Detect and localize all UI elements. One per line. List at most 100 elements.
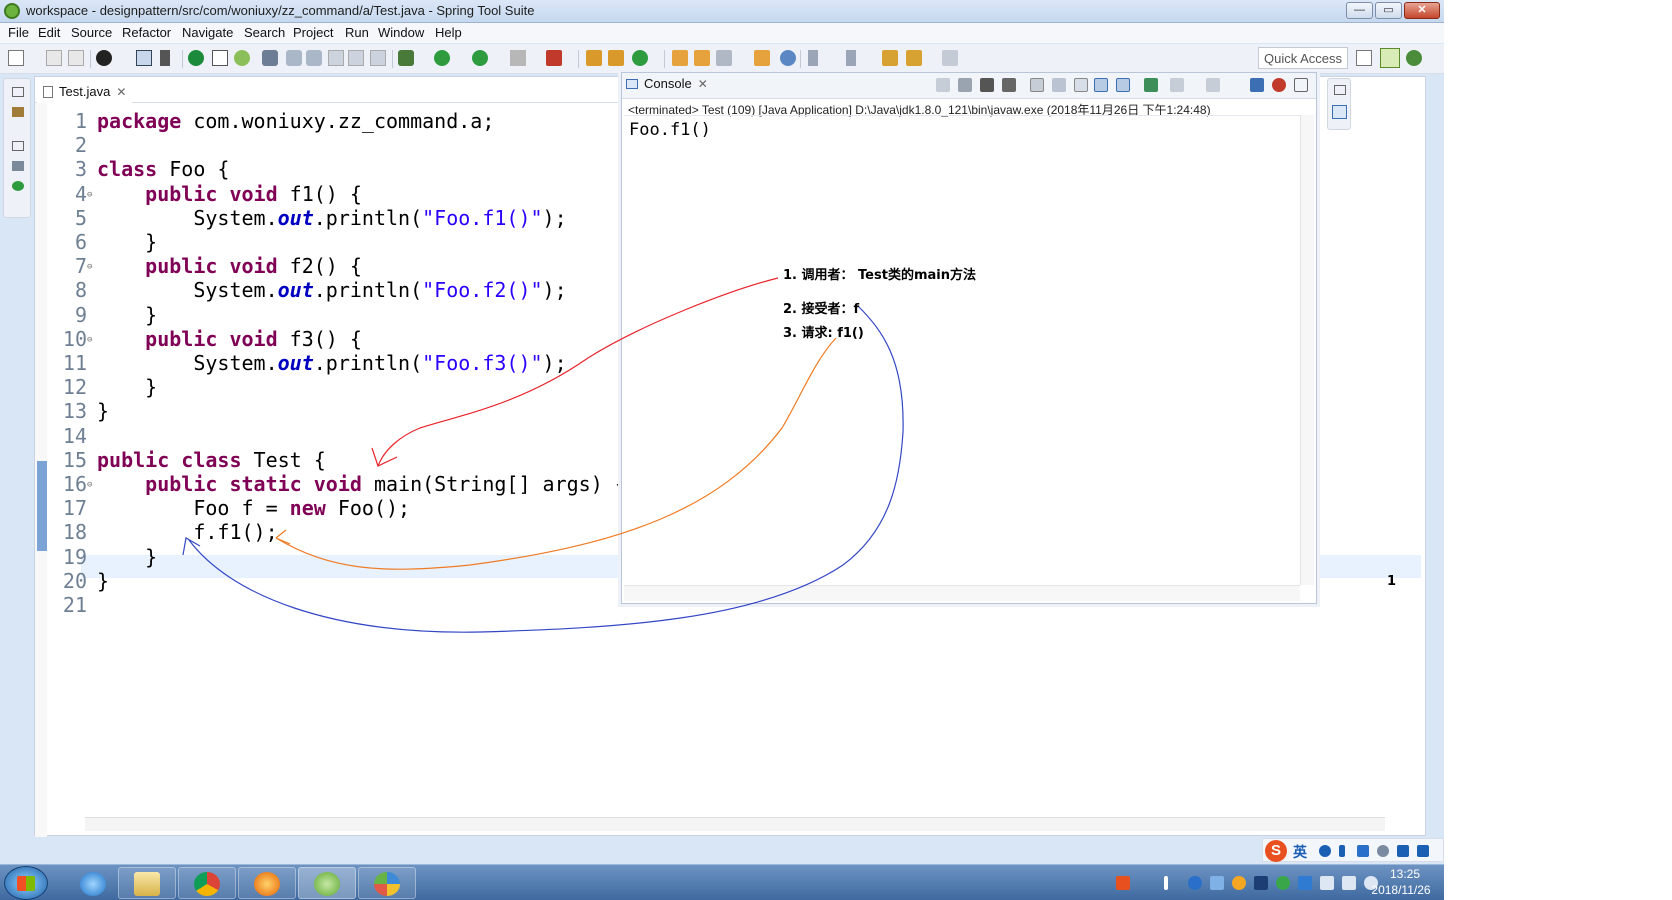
menu-run[interactable]: Run (345, 25, 369, 40)
servers-icon[interactable] (12, 181, 24, 191)
search-icon[interactable] (716, 50, 732, 66)
new-java-project-icon[interactable] (586, 50, 602, 66)
new-class-icon[interactable] (632, 50, 648, 66)
sogou-ime-icon[interactable]: S (1265, 840, 1287, 862)
doc2-icon[interactable] (348, 50, 364, 66)
maximize-button[interactable]: ▭ (1375, 2, 1402, 19)
remove-all-icon[interactable] (1002, 78, 1016, 92)
open-resource-icon[interactable] (694, 50, 710, 66)
annotation-icon[interactable] (262, 50, 278, 66)
fold-toggle-icon[interactable]: ⊖ (87, 328, 92, 352)
scroll-lock-icon[interactable] (1052, 78, 1066, 92)
skin-icon[interactable] (1397, 845, 1409, 857)
open-console-icon[interactable] (1206, 78, 1220, 92)
last-edit-icon[interactable] (882, 50, 898, 66)
save-all-icon[interactable] (68, 50, 84, 66)
link-icon[interactable] (306, 50, 322, 66)
show-hidden-icon[interactable] (1164, 876, 1168, 890)
terminate-icon[interactable] (958, 78, 972, 92)
pin-icon[interactable] (936, 78, 950, 92)
clock-time[interactable]: 13:25 (1375, 867, 1435, 881)
close-tab-icon[interactable]: ✕ (116, 85, 126, 99)
menu-edit[interactable]: Edit (38, 25, 60, 40)
restore-icon[interactable] (1334, 85, 1346, 95)
tools-icon[interactable] (96, 50, 112, 66)
new-icon[interactable] (8, 50, 24, 66)
fold-toggle-icon[interactable]: ⊖ (87, 183, 92, 207)
ant-icon[interactable] (1272, 78, 1286, 92)
console-view-icon[interactable] (136, 50, 152, 66)
menu-search[interactable]: Search (244, 25, 285, 40)
show-stdout-icon[interactable] (1094, 78, 1108, 92)
server-start-icon[interactable] (188, 50, 204, 66)
close-button[interactable]: ✕ (1404, 2, 1440, 19)
display-icon[interactable] (1298, 876, 1312, 890)
open-type-icon[interactable] (672, 50, 688, 66)
menu-refactor[interactable]: Refactor (122, 25, 171, 40)
debug-perspective-icon[interactable] (1406, 50, 1422, 66)
console-output-area[interactable]: Foo.f1() (624, 115, 1300, 585)
punctuation-icon[interactable] (1339, 845, 1345, 857)
open-perspective-icon[interactable] (1356, 50, 1372, 66)
debug-icon[interactable] (398, 50, 414, 66)
back-icon[interactable] (906, 50, 922, 66)
taskbar-app-chrome[interactable] (178, 867, 236, 899)
forward-icon[interactable] (942, 50, 958, 66)
new-package-icon[interactable] (608, 50, 624, 66)
spring-icon[interactable] (234, 50, 250, 66)
menu-navigate[interactable]: Navigate (182, 25, 233, 40)
menu-window[interactable]: Window (378, 25, 424, 40)
package-explorer-icon[interactable] (12, 107, 24, 117)
start-button[interactable] (4, 866, 48, 900)
spring-perspective-icon[interactable] (1380, 48, 1400, 68)
tab-console[interactable]: Console ✕ (626, 76, 708, 91)
menu-help[interactable]: Help (435, 25, 462, 40)
taskbar-app-file-manager[interactable] (118, 867, 176, 899)
tab-test-java[interactable]: Test.java ✕ (37, 79, 132, 103)
fold-toggle-icon[interactable]: ⊖ (87, 255, 92, 279)
clear-console-icon[interactable] (1030, 78, 1044, 92)
open-task-icon[interactable] (754, 50, 770, 66)
taskbar-app-paint[interactable] (358, 867, 416, 899)
keyboard-icon[interactable] (1357, 845, 1369, 857)
web-browser-icon[interactable] (780, 50, 796, 66)
next-annotation-icon[interactable] (808, 50, 818, 66)
run-icon[interactable] (434, 50, 450, 66)
prev-annotation-icon[interactable] (846, 50, 856, 66)
console-horizontal-scrollbar[interactable] (624, 585, 1300, 601)
edit-icon[interactable] (286, 50, 302, 66)
pin-console-icon[interactable] (1144, 78, 1158, 92)
security-icon[interactable] (1276, 876, 1290, 890)
shield-icon[interactable] (1188, 876, 1202, 890)
network-app-icon[interactable] (1210, 876, 1224, 890)
show-stderr-icon[interactable] (1116, 78, 1130, 92)
taskbar-app-spring-tool-suite[interactable] (298, 867, 356, 899)
moon-icon[interactable] (1319, 845, 1331, 857)
qq-icon[interactable] (1232, 876, 1246, 890)
user-icon[interactable] (1377, 845, 1389, 857)
console-vertical-scrollbar[interactable] (1300, 115, 1314, 585)
fold-toggle-icon[interactable]: ⊖ (87, 473, 92, 497)
remove-launch-icon[interactable] (980, 78, 994, 92)
run-external-icon[interactable] (472, 50, 488, 66)
save-icon[interactable] (46, 50, 62, 66)
stop-icon[interactable] (510, 50, 526, 66)
coverage-icon[interactable] (546, 50, 562, 66)
doc3-icon[interactable] (370, 50, 386, 66)
minimize-view-icon[interactable] (1294, 78, 1308, 92)
menu-file[interactable]: File (8, 25, 29, 40)
close-tab-icon[interactable]: ✕ (698, 77, 708, 91)
sogou-tray-icon[interactable] (1116, 876, 1130, 890)
taskbar-app-firefox[interactable] (238, 867, 296, 899)
debug-skip-icon[interactable] (160, 50, 170, 66)
usb-icon[interactable] (1320, 876, 1334, 890)
quick-access-field[interactable]: Quick Access (1258, 47, 1348, 69)
display-console-icon[interactable] (1170, 78, 1184, 92)
network-icon[interactable] (1342, 876, 1356, 890)
ime-language-toggle[interactable]: 英 (1293, 842, 1307, 862)
menu-source[interactable]: Source (71, 25, 112, 40)
outline-icon[interactable] (12, 161, 24, 171)
java-console-icon[interactable] (1250, 78, 1264, 92)
console-trim-icon[interactable] (1332, 105, 1347, 119)
taskbar-app-ie[interactable] (64, 867, 122, 899)
